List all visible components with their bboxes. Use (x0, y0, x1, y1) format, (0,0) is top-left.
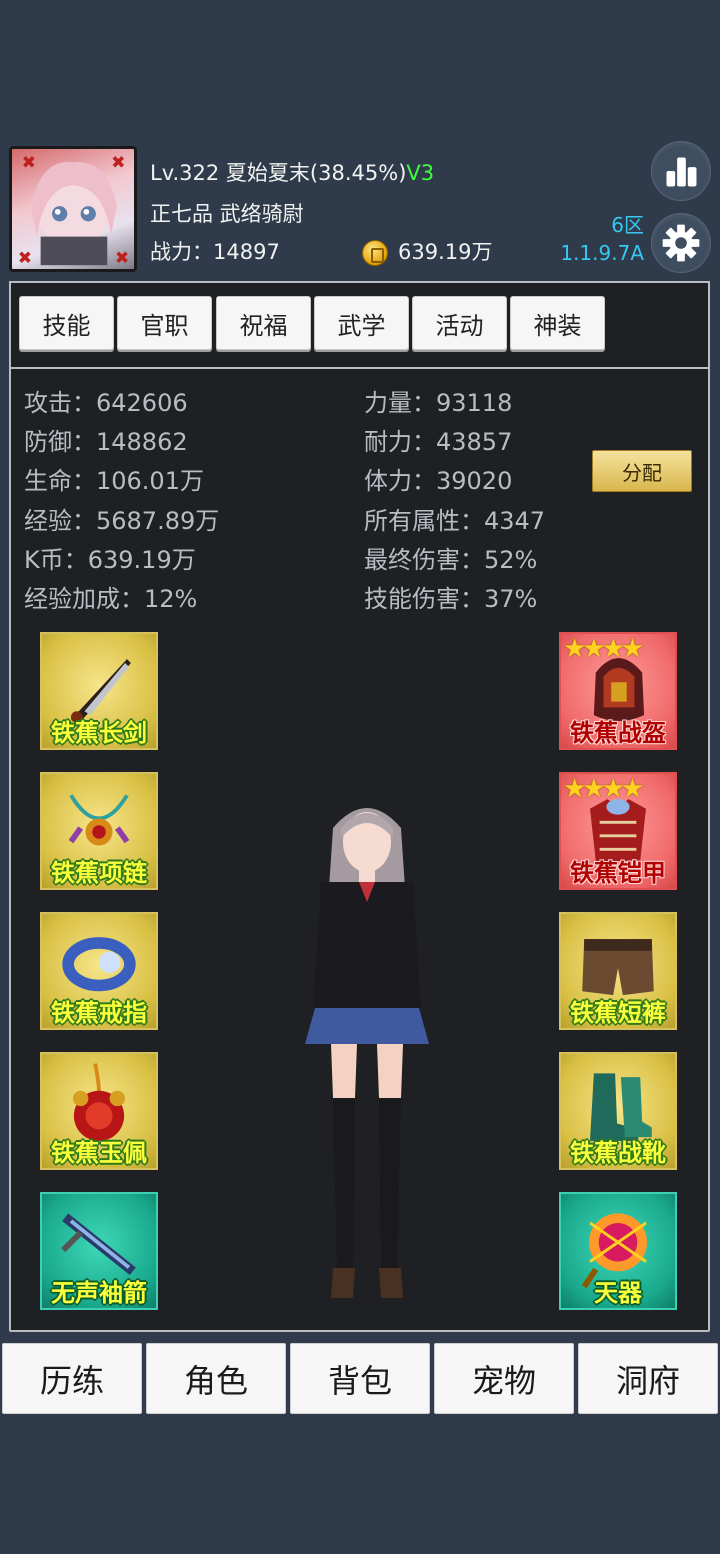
settings-button[interactable] (651, 213, 711, 273)
svg-text:✖: ✖ (18, 248, 32, 268)
equip-slot-ring[interactable]: 铁蕉戒指 (40, 912, 158, 1030)
equip-label: 无声袖箭 (51, 1279, 147, 1307)
equip-label: 铁蕉战靴 (570, 1139, 666, 1167)
equip-slot-necklace[interactable]: 铁蕉项链 (40, 772, 158, 890)
equip-label: 铁蕉铠甲 (570, 859, 666, 887)
nav-training[interactable]: 历练 (2, 1343, 142, 1414)
equip-label: 铁蕉戒指 (51, 999, 147, 1027)
character-model (297, 798, 437, 1308)
power-value: 战力：14897 (150, 240, 280, 264)
svg-text:✖: ✖ (115, 248, 129, 268)
equip-label: 铁蕉项链 (51, 859, 147, 887)
svg-text:✖: ✖ (22, 153, 36, 173)
tab-skills[interactable]: 技能 (19, 296, 114, 350)
tab-office[interactable]: 官职 (117, 296, 212, 350)
stat-hp: 生命：106.01万 (24, 467, 204, 495)
nav-character[interactable]: 角色 (146, 1343, 286, 1414)
equip-slot-divine-artifact[interactable]: 天器 (559, 1192, 677, 1310)
star-rating: ★★★★ (563, 774, 644, 804)
equip-label: 铁蕉短裤 (570, 999, 666, 1027)
level-line: Lv.322 夏始夏末(38.45%)V3 (150, 157, 434, 187)
gear-icon (662, 224, 700, 262)
stat-stamina: 体力：39020 (364, 467, 513, 495)
stat-attack: 攻击：642606 (24, 389, 188, 417)
nav-pets[interactable]: 宠物 (434, 1343, 574, 1414)
character-panel: 技能 官职 祝福 武学 活动 神装 攻击：642606 防御：148862 生命… (9, 281, 710, 1332)
function-tabs: 技能 官职 祝福 武学 活动 神装 (9, 281, 710, 369)
tab-martial-arts[interactable]: 武学 (314, 296, 409, 350)
stat-strength: 力量：93118 (364, 389, 513, 417)
equip-slot-sword[interactable]: 铁蕉长剑 (40, 632, 158, 750)
stat-skill-damage: 技能伤害：37% (364, 585, 538, 613)
star-rating: ★★★★ (563, 634, 644, 664)
stat-defense: 防御：148862 (24, 428, 188, 456)
equip-slot-armor[interactable]: ★★★★ 铁蕉铠甲 (559, 772, 677, 890)
equip-label: 铁蕉玉佩 (51, 1139, 147, 1167)
equip-slot-jade[interactable]: 铁蕉玉佩 (40, 1052, 158, 1170)
ranking-button[interactable] (651, 141, 711, 201)
tab-divine-gear[interactable]: 神装 (510, 296, 605, 350)
tab-blessing[interactable]: 祝福 (216, 296, 311, 350)
equip-slot-boots[interactable]: 铁蕉战靴 (559, 1052, 677, 1170)
bar-chart-icon (666, 157, 697, 187)
allocate-button[interactable]: 分配 (592, 450, 692, 492)
server-zone: 6区 (611, 213, 644, 237)
equip-label: 铁蕉长剑 (51, 719, 147, 747)
player-avatar[interactable]: ✖ ✖ ✖ ✖ (9, 146, 137, 272)
stat-final-damage: 最终伤害：52% (364, 546, 538, 574)
level-name-progress: Lv.322 夏始夏末(38.45%) (150, 161, 407, 185)
vip-badge: V3 (406, 161, 435, 185)
equip-slot-sleeve-arrow[interactable]: 无声袖箭 (40, 1192, 158, 1310)
equip-label: 铁蕉战盔 (570, 719, 666, 747)
stat-exp-bonus: 经验加成：12% (24, 585, 198, 613)
equip-slot-shorts[interactable]: 铁蕉短裤 (559, 912, 677, 1030)
equip-label: 天器 (594, 1279, 642, 1307)
stat-kcoin: K币：639.19万 (24, 546, 196, 574)
coin-value: 639.19万 (398, 240, 493, 264)
stat-endurance: 耐力：43857 (364, 428, 513, 456)
svg-text:✖: ✖ (111, 153, 125, 173)
stat-all-attributes: 所有属性：4347 (364, 507, 546, 535)
equip-slot-helmet[interactable]: ★★★★ 铁蕉战盔 (559, 632, 677, 750)
tab-events[interactable]: 活动 (412, 296, 507, 350)
nav-cave[interactable]: 洞府 (578, 1343, 718, 1414)
game-version: 1.1.9.7A (560, 241, 644, 265)
stat-exp: 经验：5687.89万 (24, 507, 220, 535)
rank-title: 正七品 武络骑尉 (150, 202, 304, 226)
nav-bag[interactable]: 背包 (290, 1343, 430, 1414)
coin-icon (362, 240, 388, 266)
